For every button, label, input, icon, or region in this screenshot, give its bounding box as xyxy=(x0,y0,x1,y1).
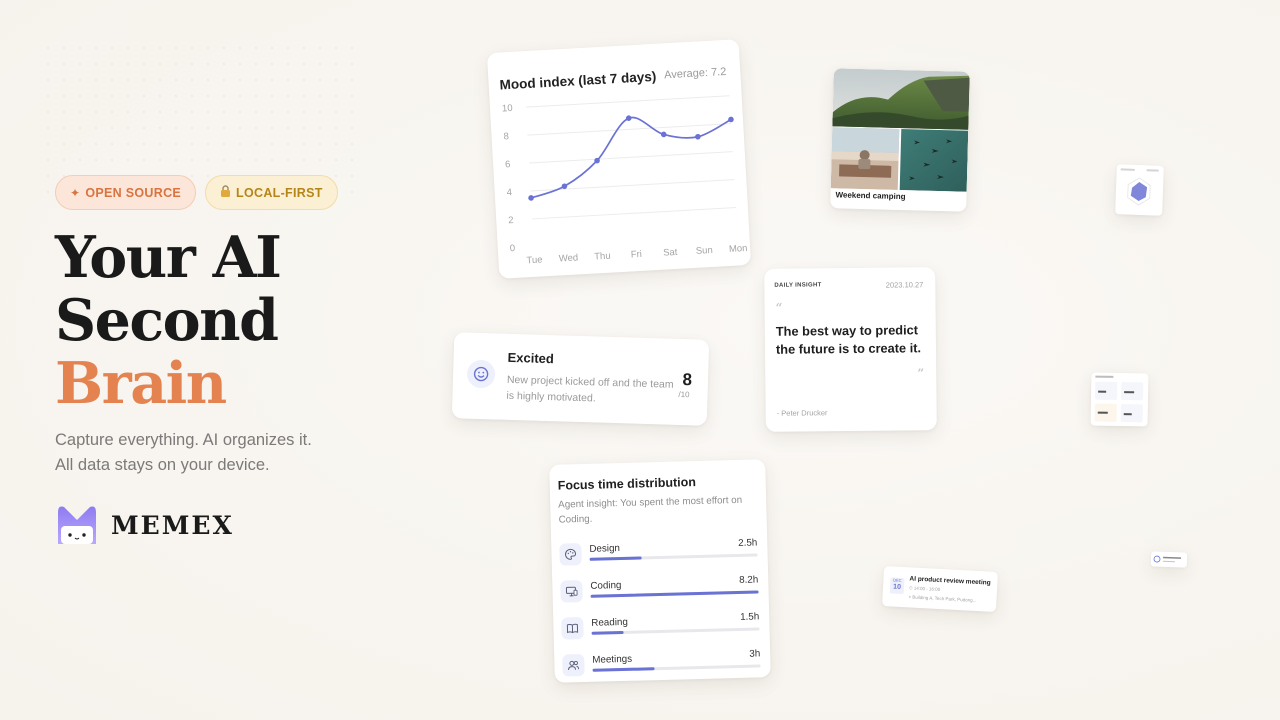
memex-logo-icon xyxy=(55,504,99,546)
daily-insight-card[interactable]: DAILY INSIGHT 2023.10.27 “ The best way … xyxy=(764,267,937,432)
chart-x-tick-label: Thu xyxy=(594,251,611,263)
local-first-badge: LOCAL-FIRST xyxy=(205,175,338,210)
focus-row-value: 8.2h xyxy=(739,574,759,586)
hero-line-3: Brain xyxy=(55,350,227,417)
mood-entry-out-of: /10 xyxy=(678,389,690,400)
tagline: Capture everything. AI organizes it. All… xyxy=(55,428,312,478)
mini-radar-card[interactable] xyxy=(1115,164,1164,216)
palette-icon xyxy=(559,543,582,566)
chart-gridline xyxy=(525,95,730,108)
open-source-label: OPEN SOURCE xyxy=(85,185,182,200)
focus-row-coding[interactable]: Coding 8.2h xyxy=(560,574,759,607)
focus-row-track xyxy=(592,664,761,672)
hero-line-2: Second xyxy=(55,287,279,354)
smile-icon xyxy=(466,359,496,389)
book-icon xyxy=(561,617,584,640)
focus-time-card[interactable]: Focus time distribution Agent insight: Y… xyxy=(549,459,771,683)
focus-row-value: 3h xyxy=(749,648,761,660)
mood-line-chart: 10 8 6 4 2 0 Tue Wed Thu Fri Sat Sun Mon xyxy=(502,95,748,266)
open-source-badge: ✦ OPEN SOURCE xyxy=(55,175,197,210)
meeting-location: ⌖ Building A, Tech Park, Pudong... xyxy=(908,594,977,603)
focus-row-meetings[interactable]: Meetings 3h xyxy=(562,648,761,681)
mood-entry-card[interactable]: Excited New project kicked off and the t… xyxy=(451,332,710,426)
focus-row-track xyxy=(591,627,760,635)
mini-stats-card[interactable] xyxy=(1090,372,1149,427)
chart-x-tick-label: Fri xyxy=(631,249,643,261)
brand-name: MEMEX xyxy=(111,510,234,540)
mini-stats-grid xyxy=(1094,375,1144,423)
chart-x-tick-label: Wed xyxy=(558,252,578,264)
mini-reminder-content xyxy=(1153,555,1182,563)
focus-row-value: 1.5h xyxy=(740,611,760,623)
chart-gridline xyxy=(527,123,732,136)
chart-gridline xyxy=(529,151,733,164)
mood-entry-title: Excited xyxy=(507,349,555,367)
mood-index-card[interactable]: Mood index (last 7 days) Average: 7.2 10… xyxy=(486,39,752,279)
focus-agent-insight: Agent insight: You spent the most effort… xyxy=(558,494,743,526)
chart-data-point xyxy=(695,133,701,140)
meeting-title: AI product review meeting xyxy=(909,575,991,587)
focus-row-name: Meetings xyxy=(592,653,633,666)
close-quote-icon: ” xyxy=(917,366,925,381)
focus-row-name: Design xyxy=(589,543,621,555)
focus-row-reading[interactable]: Reading 1.5h xyxy=(561,611,760,644)
focus-row-track xyxy=(590,590,759,598)
focus-row-design[interactable]: Design 2.5h xyxy=(559,537,758,570)
hero-title: Your AI Second Brain xyxy=(55,224,282,417)
mood-entry-description: New project kicked off and the team is h… xyxy=(506,373,674,405)
lock-icon xyxy=(220,185,231,200)
camping-photo-collage xyxy=(830,68,970,192)
mini-reminder-card[interactable] xyxy=(1150,551,1188,568)
monitor-icon xyxy=(560,580,583,603)
focus-row-bar xyxy=(592,667,655,672)
daily-insight-label: DAILY INSIGHT xyxy=(774,282,822,289)
chart-data-point xyxy=(528,195,534,201)
focus-row-bar xyxy=(590,590,759,598)
chart-y-tick-label: 8 xyxy=(503,131,509,142)
chart-y-tick-label: 0 xyxy=(510,243,516,254)
focus-row-name: Coding xyxy=(590,580,622,592)
hero-line-1: Your AI xyxy=(55,224,282,291)
camping-caption: Weekend camping xyxy=(835,190,906,202)
local-first-label: LOCAL-FIRST xyxy=(236,185,323,200)
focus-row-bar xyxy=(589,556,642,561)
focus-row-name: Reading xyxy=(591,616,628,629)
chart-data-point xyxy=(660,131,667,138)
meeting-day: 10 xyxy=(892,583,902,591)
quote-author: - Peter Drucker xyxy=(776,408,828,418)
chart-y-tick-label: 4 xyxy=(506,187,512,198)
chart-y-tick-label: 6 xyxy=(505,159,511,170)
weekend-camping-card[interactable]: Weekend camping xyxy=(830,68,970,212)
meeting-time: ⏱ 14:00 - 16:00 xyxy=(908,585,941,593)
mood-entry-score: 8 xyxy=(682,370,693,390)
calendar-icon: DEC 10 xyxy=(889,577,905,595)
chart-gridline xyxy=(530,179,735,192)
badge-row: ✦ OPEN SOURCE LOCAL-FIRST xyxy=(55,175,338,210)
chart-y-tick-label: 10 xyxy=(502,103,513,115)
focus-row-value: 2.5h xyxy=(738,537,758,549)
open-quote-icon: “ xyxy=(775,300,783,315)
focus-row-bar xyxy=(591,630,624,635)
chart-x-tick-label: Tue xyxy=(526,254,543,266)
meeting-card[interactable]: DEC 10 AI product review meeting ⏱ 14:00… xyxy=(882,566,998,612)
tagline-line-2: All data stays on your device. xyxy=(55,456,270,474)
daily-insight-date: 2023.10.27 xyxy=(885,280,924,290)
quote-text: The best way to predict the future is to… xyxy=(775,322,922,357)
tagline-line-1: Capture everything. AI organizes it. xyxy=(55,431,312,449)
focus-row-track xyxy=(589,553,758,561)
chart-gridline xyxy=(532,207,736,220)
chart-x-tick-label: Sat xyxy=(663,247,678,259)
chart-y-tick-label: 2 xyxy=(508,215,514,226)
chart-x-tick-label: Mon xyxy=(729,243,748,255)
chart-x-tick-label: Sun xyxy=(696,245,713,257)
people-icon xyxy=(562,654,585,677)
sparkle-icon: ✦ xyxy=(70,185,81,200)
focus-card-title: Focus time distribution xyxy=(557,475,697,493)
mini-radar-chart xyxy=(1120,168,1159,206)
brand[interactable]: MEMEX xyxy=(55,504,234,546)
